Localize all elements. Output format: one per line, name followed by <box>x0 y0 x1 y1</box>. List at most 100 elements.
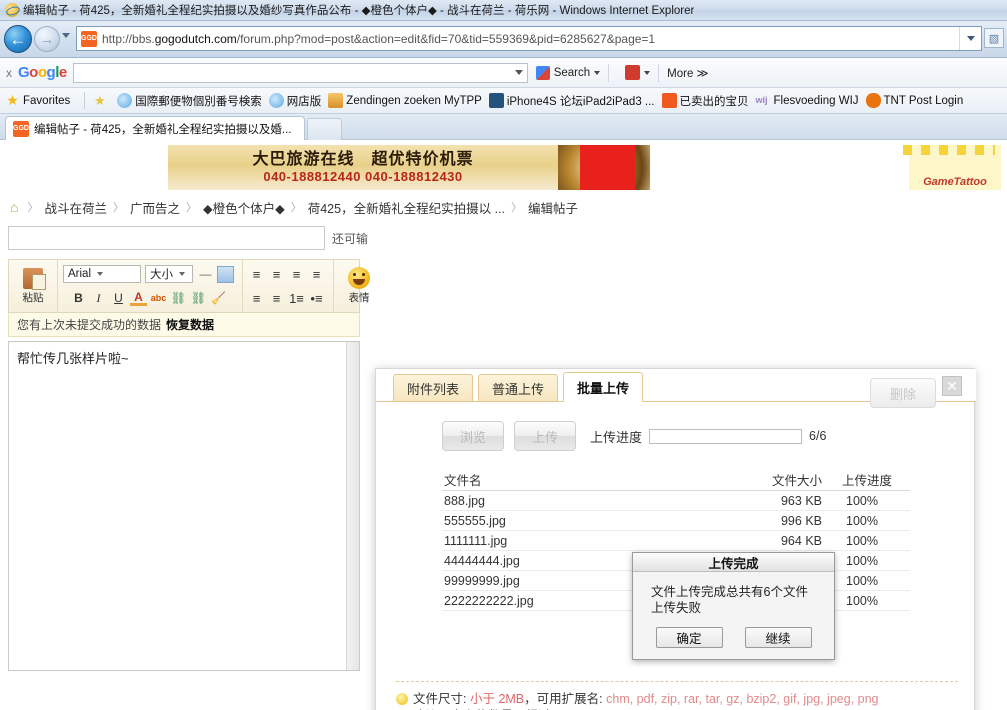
logo-letter-2: o <box>37 64 47 81</box>
broom-icon[interactable]: 🧹 <box>210 290 227 307</box>
toolbar-row-1: Arial 大小 — <box>63 262 237 286</box>
google-search-input[interactable] <box>72 62 528 83</box>
google-search-button[interactable]: Search <box>535 65 601 80</box>
tab-normal-upload[interactable]: 普通上传 <box>478 374 559 401</box>
breadcrumb-item-2[interactable]: ◆橙色个体户◆ <box>203 198 285 217</box>
upload-hint: 文件尺寸: 小于 2MB，可用扩展名: chm, pdf, zip, rar, … <box>396 691 958 710</box>
bookmark-item-0[interactable]: 国際郵便物個別番号検索 <box>117 93 262 109</box>
bold-icon[interactable]: B <box>70 290 87 307</box>
table-row[interactable]: 1111111.jpg 964 KB 100% <box>442 531 910 551</box>
paste-button[interactable]: 粘贴 <box>14 267 52 305</box>
taobao-icon-4 <box>661 93 677 108</box>
breadcrumb-item-1[interactable]: 广而告之 <box>130 198 180 217</box>
progress-label: 上传进度 <box>590 429 643 445</box>
ad-right-banner[interactable]: GameTattoo <box>903 145 1001 190</box>
breadcrumb-sep-1: 〉 <box>112 202 124 214</box>
delete-button[interactable]: 删除 <box>870 378 936 408</box>
bookmark-label-2: Zendingen zoeken MyTPP <box>346 94 482 107</box>
google-translate-button[interactable] <box>625 65 651 80</box>
bookmark-item-1[interactable]: 网店版 <box>268 93 322 109</box>
font-family-value: Arial <box>68 268 92 280</box>
toolbar-row-2: B I U A abc ⛓ ⛓ 🧹 <box>70 286 230 310</box>
indent-icon[interactable]: ≡ <box>248 290 265 307</box>
logo-letter-5: e <box>58 64 67 81</box>
align-justify-icon[interactable]: ≡ <box>308 266 325 283</box>
history-dropdown-icon[interactable] <box>62 33 70 38</box>
unordered-list-icon[interactable]: •≡ <box>308 290 325 307</box>
browser-tab-label: 编辑帖子 - 荷425，全新婚礼全程纪实拍摄以及婚... <box>34 123 292 136</box>
ad-gold-banner[interactable]: 大巴旅游在线 超优特价机票 040-188812440 040-18881243… <box>168 145 558 190</box>
alert-ok-button[interactable]: 确定 <box>655 627 723 648</box>
message-body-input[interactable]: 帮忙传几张样片啦~ <box>8 341 360 671</box>
bookmark-item-4[interactable]: 已卖出的宝贝 <box>661 93 749 109</box>
bookmark-item-2[interactable]: Zendingen zoeken MyTPP <box>328 93 482 108</box>
toolbar-group-smiley: 表情 <box>334 260 384 312</box>
toolbar-close-button[interactable]: x <box>0 66 18 80</box>
outdent-icon[interactable]: ≡ <box>268 290 285 307</box>
address-bar[interactable]: GGD http://bbs.gogodutch.com/forum.php?m… <box>76 26 982 51</box>
progress-count: 6/6 <box>809 429 827 443</box>
google-more-button[interactable]: More ≫ <box>667 66 708 80</box>
link-icon[interactable]: ⛓ <box>170 290 187 307</box>
post-editor: 还可输 粘贴 Arial 大小 — B I U A abc ⛓ ⛓ 🧹 ≡ ≡ … <box>8 226 370 671</box>
ordered-list-icon[interactable]: 1≡ <box>288 290 305 307</box>
font-family-select[interactable]: Arial <box>63 265 141 283</box>
underline-icon[interactable]: U <box>110 290 127 307</box>
ad-banner[interactable]: 大巴旅游在线 超优特价机票 040-188812440 040-18881243… <box>0 145 1007 190</box>
align-left-icon[interactable]: ≡ <box>248 266 265 283</box>
alert-continue-button[interactable]: 继续 <box>744 627 812 648</box>
table-row[interactable]: 555555.jpg 996 KB 100% <box>442 511 910 531</box>
back-button[interactable]: ← <box>4 25 32 53</box>
site-favicon-icon: GGD <box>81 30 97 47</box>
message-scrollbar[interactable] <box>346 342 359 670</box>
close-icon[interactable]: ✕ <box>942 376 962 396</box>
home-icon[interactable]: ⌂ <box>10 199 18 215</box>
toolbar-group-format: Arial 大小 — B I U A abc ⛓ ⛓ 🧹 <box>58 260 243 312</box>
ie-icon-1 <box>268 93 284 108</box>
unlink-icon[interactable]: ⛓ <box>190 290 207 307</box>
tab-batch-upload[interactable]: 批量上传 <box>563 372 644 402</box>
bookmark-label-1: 网店版 <box>286 95 322 108</box>
bookmark-item-5[interactable]: wij Flesvoeding WIJ <box>756 93 859 108</box>
cell-progress-4: 100% <box>846 573 878 588</box>
star-icon: ★ <box>6 92 19 108</box>
smiley-button[interactable]: 表情 <box>339 267 379 305</box>
address-dropdown-icon[interactable] <box>959 27 981 50</box>
browse-button[interactable]: 浏览 <box>442 421 504 451</box>
align-center-icon[interactable]: ≡ <box>268 266 285 283</box>
upload-button[interactable]: 上传 <box>514 421 576 451</box>
restore-draft-link[interactable]: 恢复数据 <box>166 316 214 333</box>
bookmark-item-3[interactable]: iPhone4S 论坛iPad2iPad3 ... <box>488 93 655 109</box>
page-content: 大巴旅游在线 超优特价机票 040-188812440 040-18881243… <box>0 140 1007 710</box>
logo-letter-3: g <box>46 64 56 81</box>
bookmark-item-6[interactable]: TNT Post Login <box>865 93 963 108</box>
subject-input[interactable] <box>8 226 325 250</box>
table-row[interactable]: 888.jpg 963 KB 100% <box>442 491 910 511</box>
tab-attachment-list[interactable]: 附件列表 <box>393 374 474 401</box>
horizontal-rule-icon[interactable]: — <box>197 266 214 283</box>
align-right-icon[interactable]: ≡ <box>288 266 305 283</box>
font-color-icon[interactable]: A <box>130 290 147 306</box>
new-tab-button[interactable] <box>307 118 342 140</box>
forward-button[interactable]: → <box>34 26 60 52</box>
table-icon[interactable] <box>217 265 234 283</box>
italic-icon[interactable]: I <box>90 290 107 307</box>
page-tools-icon[interactable]: ▧ <box>984 28 1004 48</box>
paste-label: 粘贴 <box>22 291 44 304</box>
browser-tab-active[interactable]: GGD 编辑帖子 - 荷425，全新婚礼全程纪实拍摄以及婚... <box>5 116 305 140</box>
favorites-button[interactable]: ★ Favorites <box>5 93 70 108</box>
add-favorite-button[interactable]: ★ <box>92 93 110 108</box>
breadcrumb-item-3[interactable]: 荷425，全新婚礼全程纪实拍摄以 ... <box>308 198 505 217</box>
navigation-bar: ← → GGD http://bbs.gogodutch.com/forum.p… <box>0 21 1007 58</box>
table-header-row: 文件名 文件大小 上传进度 <box>442 469 910 491</box>
add-star-icon: ★ <box>93 93 106 108</box>
breadcrumb-item-0[interactable]: 战斗在荷兰 <box>44 198 107 217</box>
font-size-select[interactable]: 大小 <box>145 265 193 283</box>
column-header-progress: 上传进度 <box>842 474 893 488</box>
spellcheck-icon[interactable]: abc <box>150 290 167 307</box>
upload-controls: 浏览 上传 上传进度 6/6 <box>376 411 976 461</box>
hint-ext-value: chm, pdf, zip, rar, tar, gz, bzip2, gif,… <box>606 692 879 706</box>
address-url: http://bbs.gogodutch.com/forum.php?mod=p… <box>102 32 959 46</box>
column-header-filename: 文件名 <box>444 474 482 488</box>
chevron-down-icon-font <box>97 272 104 276</box>
